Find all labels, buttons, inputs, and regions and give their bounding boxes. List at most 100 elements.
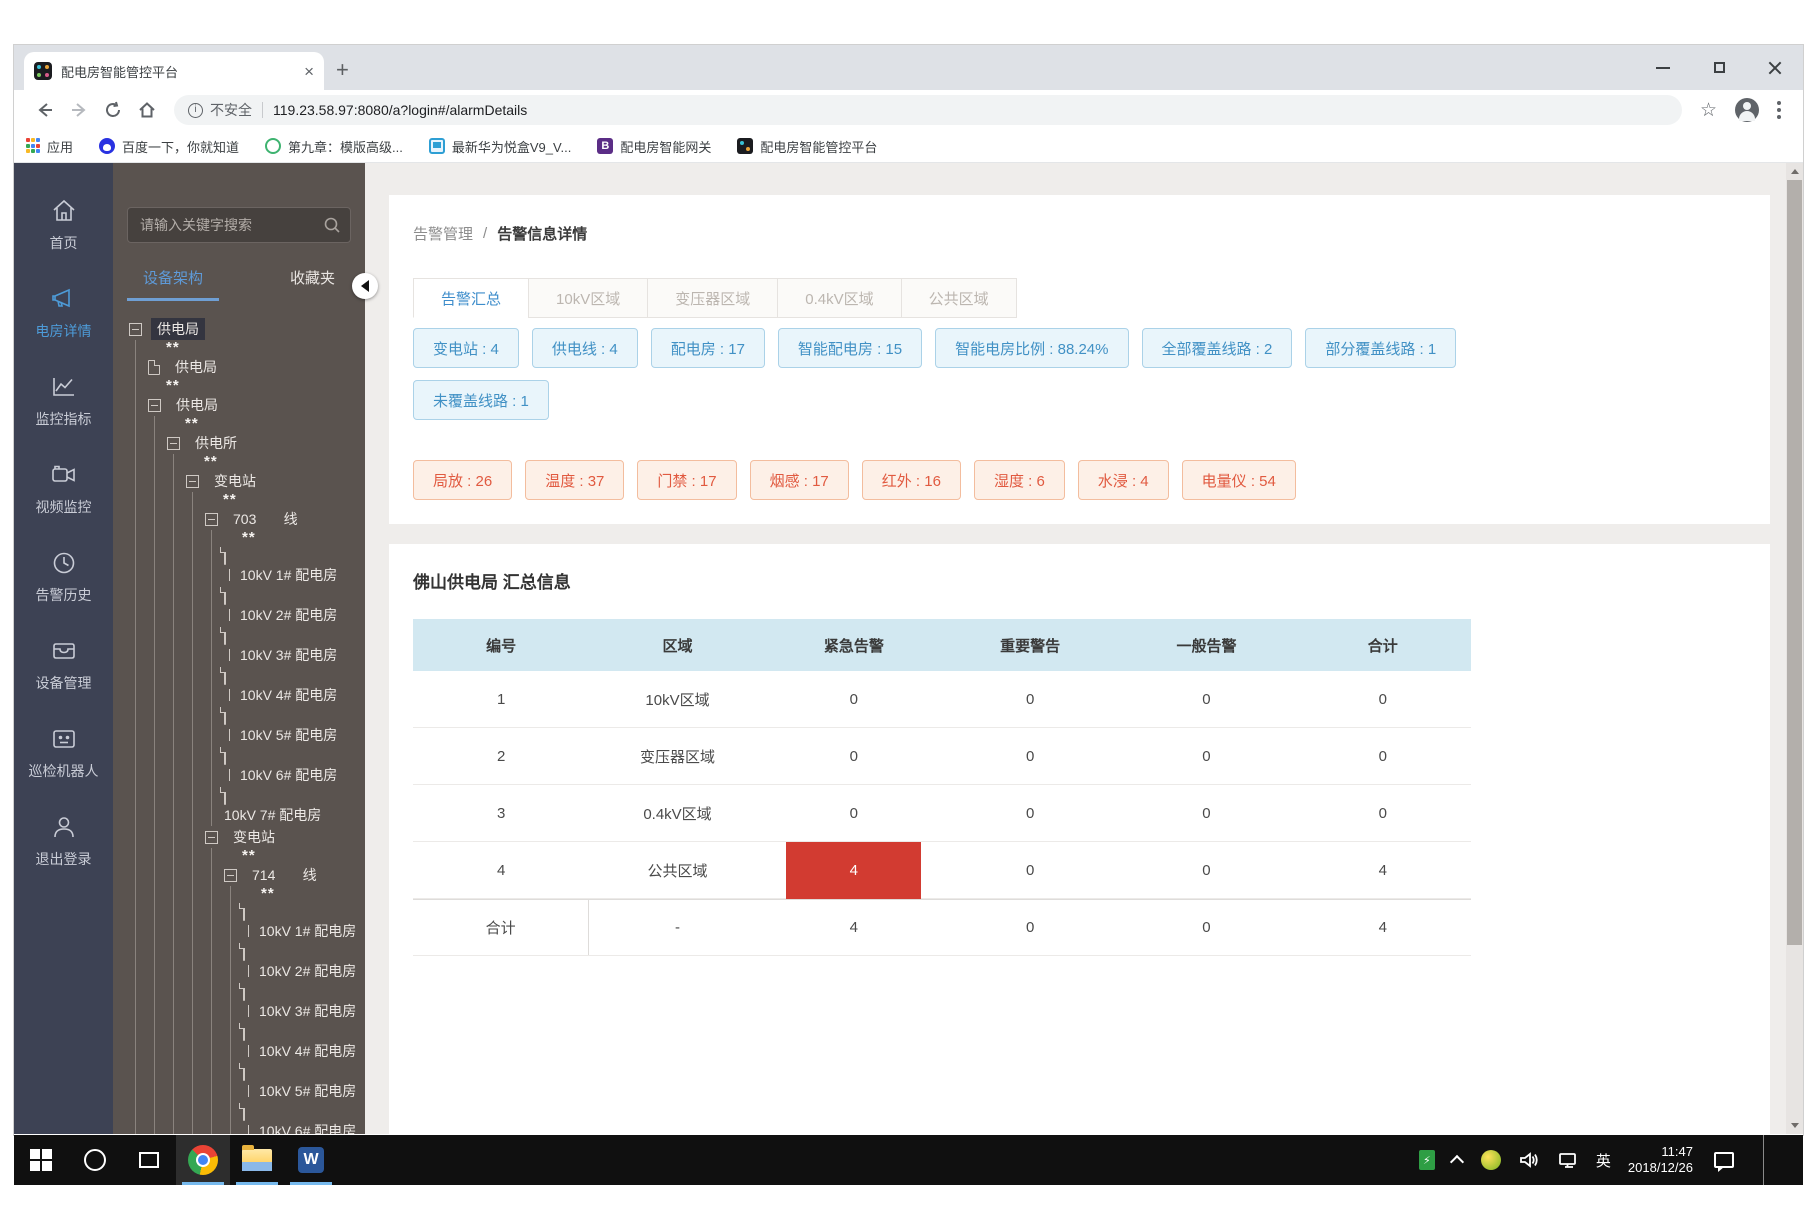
minimize-button[interactable] [1635, 45, 1691, 90]
breadcrumb-parent[interactable]: 告警管理 [413, 223, 473, 244]
collapse-expander-icon[interactable] [186, 475, 199, 488]
stat-distribution-rooms[interactable]: 配电房 : 17 [651, 328, 765, 368]
tab-10kv-area[interactable]: 10kV区域 [528, 278, 648, 318]
tree-leaf-room[interactable]: 10kV 2# 配电房 [224, 588, 365, 626]
stat-access-control[interactable]: 门禁 : 17 [637, 460, 736, 500]
sidebar-item-monitor-metrics[interactable]: 监控指标 [14, 357, 113, 445]
tab-public-area[interactable]: 公共区域 [901, 278, 1017, 318]
taskbar-explorer-button[interactable] [230, 1135, 284, 1185]
stat-smart-room-ratio[interactable]: 智能电房比例 : 88.24% [935, 328, 1128, 368]
task-view-button[interactable] [122, 1135, 176, 1185]
tree-node-line-714[interactable]: 714 线 [224, 864, 365, 886]
show-desktop-strip[interactable] [1781, 1135, 1795, 1185]
stat-flooding[interactable]: 水浸 : 4 [1078, 460, 1169, 500]
stat-power-meter[interactable]: 电量仪 : 54 [1182, 460, 1296, 500]
stat-smoke[interactable]: 烟感 : 17 [750, 460, 849, 500]
tree-search-input[interactable] [127, 207, 351, 243]
tree-collapse-handle[interactable] [352, 273, 378, 299]
taskbar-clock[interactable]: 11:47 2018/12/26 [1628, 1144, 1693, 1176]
restore-button[interactable] [1691, 45, 1747, 90]
tree-tab-favorites[interactable]: 收藏夹 [290, 267, 335, 288]
stat-partially-covered-lines[interactable]: 部分覆盖线路 : 1 [1305, 328, 1456, 368]
tree-leaf-room[interactable]: 10kV 4# 配电房 [224, 668, 365, 706]
bookmark-gateway[interactable]: B 配电房智能网关 [597, 137, 711, 156]
address-bar[interactable]: i 不安全 119.23.58.97:8080/a?login#/alarmDe… [174, 95, 1682, 125]
sidebar-item-video-monitor[interactable]: 视频监控 [14, 445, 113, 533]
action-center-icon[interactable] [1714, 1152, 1734, 1168]
new-tab-button[interactable]: + [336, 55, 349, 85]
input-language-indicator[interactable]: 英 [1596, 1150, 1611, 1171]
tab-close-icon[interactable]: × [304, 63, 314, 80]
stat-infrared[interactable]: 红外 : 16 [862, 460, 961, 500]
stat-partial-discharge[interactable]: 局放 : 26 [413, 460, 512, 500]
chrome-menu-icon[interactable] [1777, 101, 1781, 119]
tab-alarm-summary[interactable]: 告警汇总 [413, 278, 529, 318]
sidebar-item-home[interactable]: 首页 [14, 181, 113, 269]
scroll-up-arrow[interactable] [1786, 163, 1803, 180]
scrollbar-thumb[interactable] [1787, 180, 1802, 945]
stat-humidity[interactable]: 湿度 : 6 [974, 460, 1065, 500]
stat-smart-rooms[interactable]: 智能配电房 : 15 [778, 328, 922, 368]
tab-04kv-area[interactable]: 0.4kV区域 [777, 278, 901, 318]
bookmark-apps[interactable]: 应用 [26, 137, 73, 156]
tree-node-station[interactable]: 供电所 [167, 432, 365, 454]
tree-leaf-room[interactable]: 10kV 5# 配电房 [243, 1064, 365, 1102]
forward-button[interactable] [62, 93, 96, 127]
tab-transformer-area[interactable]: 变压器区域 [647, 278, 778, 318]
cortana-button[interactable] [68, 1135, 122, 1185]
scroll-down-arrow[interactable] [1786, 1117, 1803, 1134]
collapse-expander-icon[interactable] [205, 831, 218, 844]
sidebar-item-inspection-robot[interactable]: 巡检机器人 [14, 709, 113, 797]
bookmark-chapter9[interactable]: 第九章：模版高级... [265, 137, 403, 156]
bookmark-platform[interactable]: 配电房智能管控平台 [737, 137, 877, 156]
home-button[interactable] [130, 93, 164, 127]
tree-node-bureau2[interactable]: 供电局 [148, 394, 365, 416]
bookmark-baidu[interactable]: 百度一下，你就知道 [99, 137, 239, 156]
collapse-expander-icon[interactable] [148, 399, 161, 412]
speaker-icon[interactable] [1518, 1150, 1540, 1170]
collapse-expander-icon[interactable] [167, 437, 180, 450]
stat-substations[interactable]: 变电站 : 4 [413, 328, 519, 368]
browser-tab[interactable]: 配电房智能管控平台 × [24, 52, 324, 90]
page-scrollbar[interactable] [1786, 163, 1803, 1134]
back-button[interactable] [28, 93, 62, 127]
tray-chevron-icon[interactable] [1452, 1154, 1464, 1166]
stat-supply-lines[interactable]: 供电线 : 4 [532, 328, 638, 368]
bookmark-huawei-box[interactable]: 最新华为悦盒V9_V... [429, 137, 571, 156]
tree-leaf-room[interactable]: 10kV 6# 配电房 [224, 748, 365, 786]
network-icon[interactable] [1557, 1150, 1579, 1170]
collapse-expander-icon[interactable] [205, 513, 218, 526]
usb-icon[interactable]: ⚡ [1419, 1150, 1435, 1170]
tree-leaf-room[interactable]: 10kV 3# 配电房 [243, 984, 365, 1022]
info-icon[interactable]: i [188, 103, 203, 118]
tree-node-bureau-doc[interactable]: 供电局 [148, 356, 365, 378]
tree-leaf-room[interactable]: 10kV 7# 配电房 [224, 788, 365, 826]
tree-leaf-room[interactable]: 10kV 3# 配电房 [224, 628, 365, 666]
stat-fully-covered-lines[interactable]: 全部覆盖线路 : 2 [1142, 328, 1293, 368]
search-icon[interactable] [323, 216, 341, 234]
tree-leaf-room[interactable]: 10kV 2# 配电房 [243, 944, 365, 982]
stat-temperature[interactable]: 温度 : 37 [525, 460, 624, 500]
bookmark-star-icon[interactable]: ☆ [1700, 99, 1717, 122]
taskbar-chrome-button[interactable] [176, 1135, 230, 1185]
antivirus-ball-icon[interactable] [1481, 1150, 1501, 1170]
tree-node-line-703[interactable]: 703 线 [205, 508, 365, 530]
tree-tab-device-structure[interactable]: 设备架构 [143, 267, 203, 288]
show-desktop-separator[interactable] [1763, 1135, 1764, 1185]
taskbar-word-button[interactable]: W [284, 1135, 338, 1185]
close-button[interactable] [1747, 45, 1803, 90]
collapse-expander-icon[interactable] [224, 869, 237, 882]
sidebar-item-logout[interactable]: 退出登录 [14, 797, 113, 885]
tree-leaf-room[interactable]: 10kV 1# 配电房 [243, 904, 365, 942]
profile-avatar[interactable] [1735, 98, 1759, 122]
tree-leaf-room[interactable]: 10kV 4# 配电房 [243, 1024, 365, 1062]
tree-node-substation-1[interactable]: 变电站 [186, 470, 365, 492]
tree-leaf-room[interactable]: 10kV 1# 配电房 [224, 548, 365, 586]
collapse-expander-icon[interactable] [129, 323, 142, 336]
stat-uncovered-lines[interactable]: 未覆盖线路 : 1 [413, 380, 549, 420]
reload-button[interactable] [96, 93, 130, 127]
sidebar-item-room-details[interactable]: 电房详情 [14, 269, 113, 357]
tree-node-substation-2[interactable]: 变电站 [205, 826, 365, 848]
tree-leaf-room[interactable]: 10kV 6# 配电房 [243, 1104, 365, 1134]
sidebar-item-alarm-history[interactable]: 告警历史 [14, 533, 113, 621]
